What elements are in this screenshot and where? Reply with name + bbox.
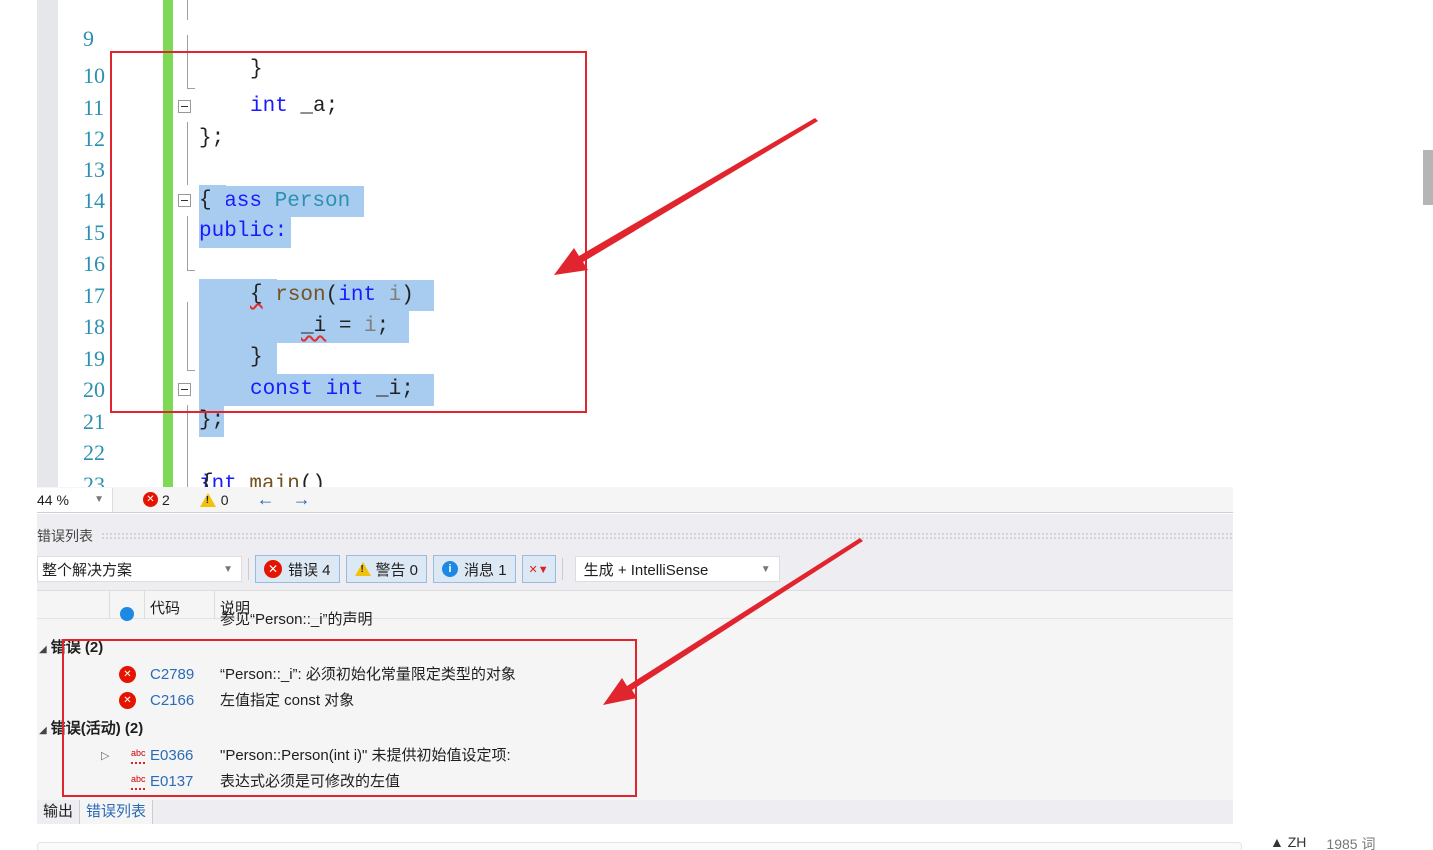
highlight-box-errors xyxy=(62,639,637,797)
chevron-down-icon: ▼ xyxy=(760,563,771,575)
info-icon: i xyxy=(442,561,459,577)
forward-arrow-icon[interactable]: → xyxy=(293,489,311,510)
messages-filter-button[interactable]: i 消息 1 xyxy=(433,555,516,583)
drag-grip[interactable] xyxy=(101,532,1233,540)
info-icon xyxy=(120,607,134,621)
errors-filter-button[interactable]: ✕ 错误 4 xyxy=(255,555,340,583)
zoom-select[interactable]: 44 % ▼ xyxy=(37,487,113,512)
clear-filter-icon: ✕▼ xyxy=(528,563,549,576)
warnings-filter-button[interactable]: 警告 0 xyxy=(345,555,428,583)
code-line: 23 return 0; xyxy=(37,437,1233,488)
warning-icon xyxy=(199,492,216,507)
divider xyxy=(248,558,249,580)
collapse-triangle-icon[interactable]: ◢ xyxy=(39,637,47,663)
build-source-dropdown[interactable]: 生成 + IntelliSense ▼ xyxy=(574,556,780,582)
tab-output[interactable]: 输出 xyxy=(37,800,79,824)
back-arrow-icon[interactable]: ← xyxy=(257,489,275,510)
table-row[interactable]: 参见“Person::_i”的声明 xyxy=(37,607,1233,629)
error-count[interactable]: 2 xyxy=(162,492,170,508)
row-description: 参见“Person::_i”的声明 xyxy=(220,611,373,628)
chevron-down-icon: ▼ xyxy=(223,563,233,575)
messages-filter-label: 消息 1 xyxy=(464,561,507,579)
word-stats: ▲ ZH 1985 词 xyxy=(1270,834,1375,850)
warnings-filter-label: 警告 0 xyxy=(375,561,419,579)
clear-filter-button[interactable]: ✕▼ xyxy=(521,555,556,583)
error-icon: ✕ xyxy=(143,492,158,507)
bottom-tab-bar: 输出 错误列表 xyxy=(37,800,1233,824)
editor-status-bar: 44 % ▼ ✕ 2 0 ← → xyxy=(37,487,1233,513)
page-scrollbar[interactable] xyxy=(1423,150,1433,205)
build-source-value: 生成 + IntelliSense xyxy=(583,561,709,579)
outline-guide xyxy=(187,0,188,20)
panel-title: 错误列表 xyxy=(37,528,93,544)
outline-guide xyxy=(187,405,188,487)
divider xyxy=(561,558,563,580)
code-line: 24 } xyxy=(37,468,1233,487)
error-icon: ✕ xyxy=(264,560,282,578)
highlight-box-code xyxy=(110,51,587,413)
scope-dropdown[interactable]: 整个解决方案 ▼ xyxy=(37,556,242,582)
tab-error-list[interactable]: 错误列表 xyxy=(79,800,154,824)
word-count: 1985 词 xyxy=(1326,836,1376,850)
collapse-triangle-icon[interactable]: ◢ xyxy=(39,718,47,744)
chevron-down-icon: ▼ xyxy=(94,494,104,505)
errors-filter-label: 错误 4 xyxy=(288,561,331,579)
warning-icon xyxy=(354,562,371,576)
zoom-value: 44 % xyxy=(37,491,69,508)
code-line: 9 } xyxy=(37,0,1233,82)
panel-title-bar: 错误列表 xyxy=(37,526,1233,546)
warning-count[interactable]: 0 xyxy=(221,492,229,508)
filter-toolbar: 整个解决方案 ▼ ✕ 错误 4 警告 0 i 消息 1 ✕▼ 生成 + Inte… xyxy=(37,554,1233,584)
scope-value: 整个解决方案 xyxy=(42,561,133,579)
language-indicator[interactable]: ▲ ZH xyxy=(1270,834,1306,850)
document-footer-bar xyxy=(37,842,1242,850)
